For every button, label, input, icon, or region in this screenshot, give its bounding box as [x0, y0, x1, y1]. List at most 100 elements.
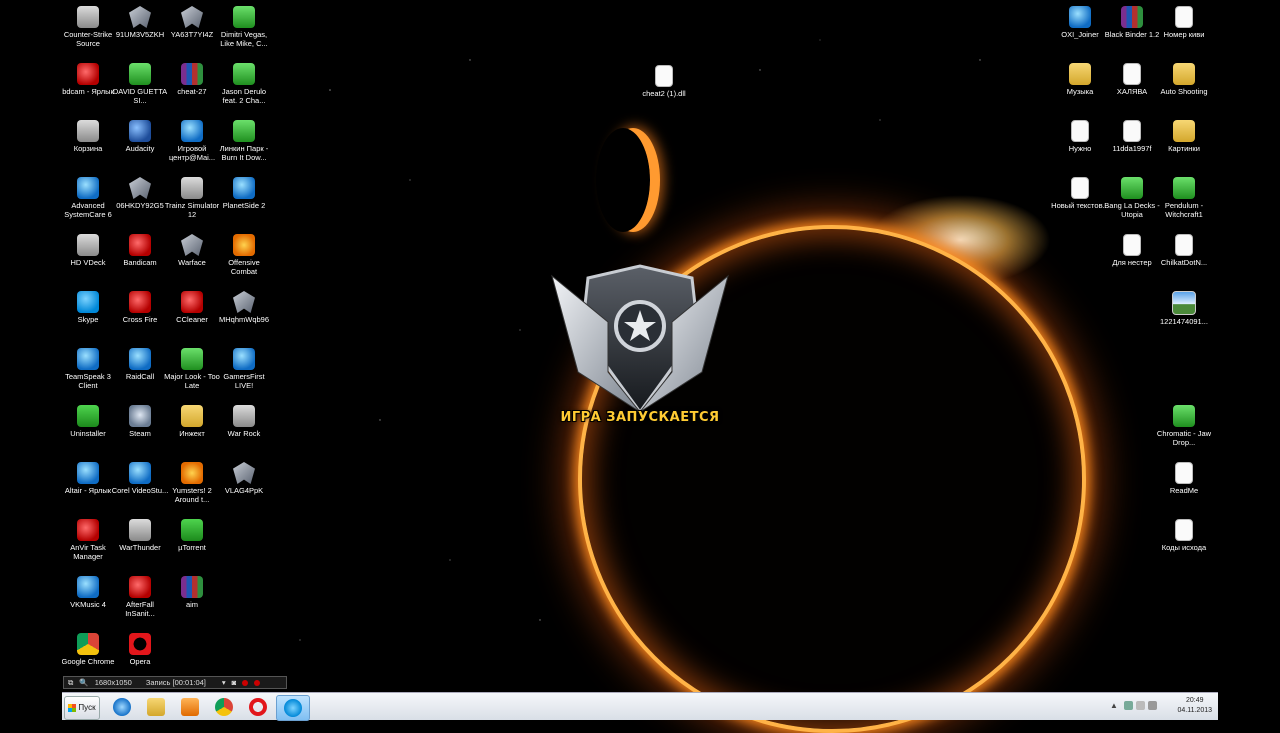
camera-icon[interactable]: ◙	[232, 676, 237, 689]
clock[interactable]: 20:49 04.11.2013	[1177, 696, 1212, 716]
desktop-icon[interactable]: 06HKDY92G5	[111, 171, 169, 227]
desktop-icon[interactable]: Jason Derulo feat. 2 Cha...	[215, 57, 273, 113]
desktop-icon[interactable]: Новый текстов...	[1051, 171, 1109, 227]
show-hidden-icons-icon[interactable]: ▲	[1110, 701, 1118, 710]
corel-icon	[129, 462, 151, 484]
trainz-icon	[181, 177, 203, 199]
desktop-icon[interactable]: 91UM3V5ZKH	[111, 0, 169, 56]
desktop-icon[interactable]: OXI_Joiner	[1051, 0, 1109, 56]
desktop-icon[interactable]: aim	[163, 570, 221, 626]
warface-wing-icon	[233, 291, 255, 313]
desktop-icon-label: PlanetSide 2	[222, 201, 266, 210]
desktop-icon[interactable]: Инжект	[163, 399, 221, 455]
taskbar-button-explorer[interactable]	[140, 695, 172, 719]
desktop-icon[interactable]: ChilkatDotN...	[1155, 228, 1213, 284]
taskbar-button-media-player[interactable]	[174, 695, 206, 719]
desktop-icon[interactable]: Для нестер	[1103, 228, 1161, 284]
desktop-icon[interactable]: ReadMe	[1155, 456, 1213, 512]
dll-file-icon	[1175, 234, 1193, 256]
desktop-icon-label: OXI_Joiner	[1061, 30, 1099, 39]
desktop-icon[interactable]: Игровой центр@Mai...	[163, 114, 221, 170]
desktop-icon[interactable]: Opera	[111, 627, 169, 683]
desktop-icon[interactable]: TeamSpeak 3 Client	[59, 342, 117, 398]
stop-icon[interactable]	[254, 679, 261, 686]
desktop-icon[interactable]: WarThunder	[111, 513, 169, 569]
desktop-icon[interactable]: Black Binder 1.2	[1103, 0, 1161, 56]
text-file-icon	[1123, 63, 1141, 85]
desktop-icon[interactable]: MHqhmWqb96	[215, 285, 273, 341]
desktop-icon[interactable]: cheat-27	[163, 57, 221, 113]
desktop-icon[interactable]: Pendulum - Witchcraft1	[1155, 171, 1213, 227]
desktop-icon[interactable]: Номер киви	[1155, 0, 1213, 56]
bandicam-recorder-bar[interactable]: ⧉ 🔍 1680x1050 Запись [00:01:04] ▾ ◙	[63, 676, 287, 689]
desktop-icon[interactable]: DAVID GUETTA SI...	[111, 57, 169, 113]
desktop-icon[interactable]: PlanetSide 2	[215, 171, 273, 227]
dropdown-icon[interactable]: ▾	[222, 676, 226, 689]
desktop-icon[interactable]: Trainz Simulator 12	[163, 171, 221, 227]
desktop-icon-label: Линкин Парк - Burn It Dow...	[219, 144, 269, 162]
desktop-icon[interactable]: µTorrent	[163, 513, 221, 569]
desktop-icon[interactable]: Dimitri Vegas, Like Mike, C...	[215, 0, 273, 56]
desktop-icon[interactable]: Google Chrome	[59, 627, 117, 683]
desktop-icon[interactable]: War Rock	[215, 399, 273, 455]
volume-icon[interactable]	[1148, 701, 1157, 710]
desktop-icon[interactable]: Музыка	[1051, 57, 1109, 113]
desktop-icon[interactable]: Yumsters! 2 Around t...	[163, 456, 221, 512]
opera-icon	[129, 633, 151, 655]
desktop-icon[interactable]: 1221474091...	[1155, 285, 1213, 341]
desktop-icon[interactable]: GamersFirst LIVE!	[215, 342, 273, 398]
desktop-icon[interactable]: VKMusic 4	[59, 570, 117, 626]
desktop-icon[interactable]: Cross Fire	[111, 285, 169, 341]
winrar-archive-icon	[181, 63, 203, 85]
desktop-icon[interactable]: Advanced SystemCare 6	[59, 171, 117, 227]
desktop-icon-label: VKMusic 4	[70, 600, 106, 609]
desktop-icon[interactable]: ХАЛЯВА	[1103, 57, 1161, 113]
taskbar-button-skype[interactable]	[276, 695, 310, 721]
record-icon[interactable]	[242, 679, 249, 686]
desktop-icon[interactable]: Bandicam	[111, 228, 169, 284]
desktop-icon[interactable]: Линкин Парк - Burn It Dow...	[215, 114, 273, 170]
desktop-icon[interactable]: Skype	[59, 285, 117, 341]
desktop-icon[interactable]: Audacity	[111, 114, 169, 170]
desktop-icon[interactable]: Steam	[111, 399, 169, 455]
desktop-icon-cheat2-dll[interactable]: cheat2 (1).dll	[634, 59, 694, 115]
desktop-icon[interactable]: Major Look - Too Late	[163, 342, 221, 398]
desktop-icon-label: Auto Shooting	[1160, 87, 1208, 96]
desktop-icon[interactable]: Корзина	[59, 114, 117, 170]
desktop-icon-label: Yumsters! 2 Around t...	[172, 486, 212, 504]
taskbar-button-internet-explorer[interactable]	[106, 695, 138, 719]
desktop-icon[interactable]: Corel VideoStu...	[111, 456, 169, 512]
desktop-icon-label: Corel VideoStu...	[111, 486, 169, 495]
desktop-icon[interactable]: Bang La Decks - Utopia	[1103, 171, 1161, 227]
desktop-icon[interactable]: Uninstaller	[59, 399, 117, 455]
desktop-icon-label: Коды исхода	[1161, 543, 1207, 552]
desktop-icon[interactable]: Offensive Combat	[215, 228, 273, 284]
desktop-icon[interactable]: Altair - Ярлык	[59, 456, 117, 512]
desktop-icon[interactable]: RaidCall	[111, 342, 169, 398]
start-button[interactable]: Пуск	[64, 696, 100, 720]
desktop-icon[interactable]: Counter-Strike Source	[59, 0, 117, 56]
desktop-icon[interactable]: VLAG4PpK	[215, 456, 273, 512]
desktop-icon[interactable]: YA63T7YI4Z	[163, 0, 221, 56]
desktop-icon[interactable]: Auto Shooting	[1155, 57, 1213, 113]
desktop-icon[interactable]: Chromatic - Jaw Drop...	[1155, 399, 1213, 455]
desktop-icon-label: Нужно	[1068, 144, 1092, 153]
desktop-icon[interactable]: AfterFall InSanit...	[111, 570, 169, 626]
action-center-icon[interactable]	[1136, 701, 1145, 710]
network-icon[interactable]	[1124, 701, 1133, 710]
desktop-icon-label: VLAG4PpK	[224, 486, 264, 495]
desktop-icon[interactable]: Нужно	[1051, 114, 1109, 170]
desktop-icon[interactable]: CCleaner	[163, 285, 221, 341]
skype-icon	[77, 291, 99, 313]
desktop-icon[interactable]: 11dda1997f	[1103, 114, 1161, 170]
desktop-icon[interactable]: AnVir Task Manager	[59, 513, 117, 569]
audacity-icon	[129, 120, 151, 142]
desktop-icon-label: Opera	[129, 657, 151, 666]
desktop-icon[interactable]: Warface	[163, 228, 221, 284]
desktop-icon[interactable]: Коды исхода	[1155, 513, 1213, 569]
desktop-icon[interactable]: HD VDeck	[59, 228, 117, 284]
taskbar-button-opera[interactable]	[242, 695, 274, 719]
taskbar-button-chrome[interactable]	[208, 695, 240, 719]
desktop-icon[interactable]: Картинки	[1155, 114, 1213, 170]
desktop-icon[interactable]: bdcam - Ярлык	[59, 57, 117, 113]
